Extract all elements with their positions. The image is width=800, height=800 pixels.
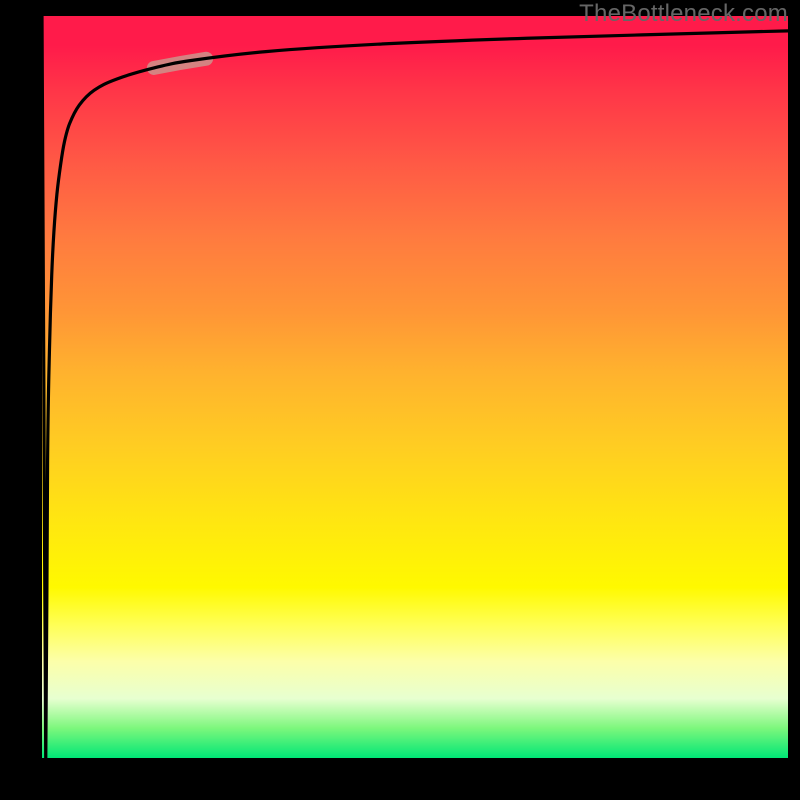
curve-line xyxy=(42,16,788,759)
chart-svg xyxy=(42,16,788,758)
chart-container: TheBottleneck.com xyxy=(0,0,800,800)
watermark-text: TheBottleneck.com xyxy=(579,0,788,28)
